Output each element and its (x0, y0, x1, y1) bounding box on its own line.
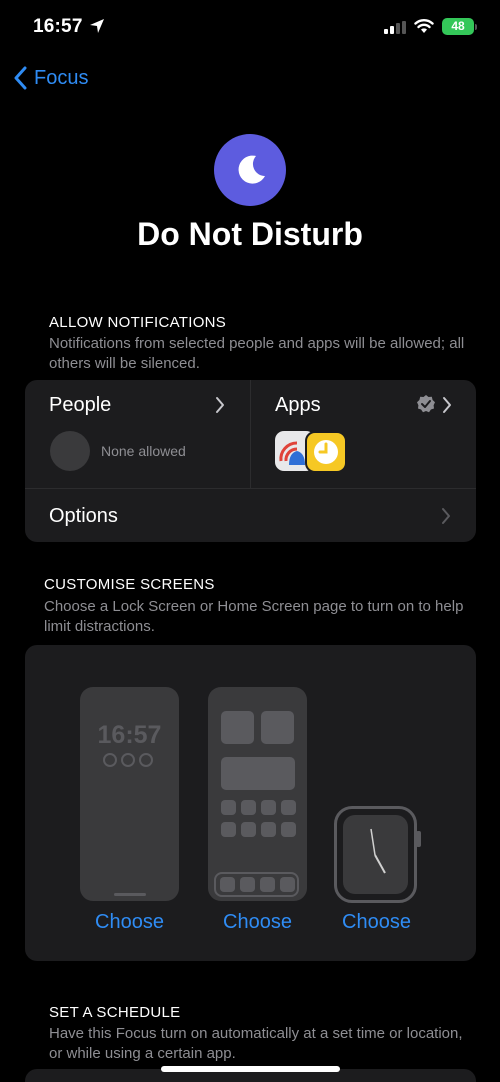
widget-small (221, 711, 254, 744)
dock-placeholder (214, 872, 299, 897)
back-label: Focus (34, 66, 89, 89)
location-arrow-icon (90, 19, 104, 33)
customise-screens-header: CUSTOMISE SCREENS (44, 576, 215, 593)
cellular-signal-icon (384, 21, 406, 34)
apps-cell[interactable]: Apps (251, 380, 476, 488)
battery-nub (475, 24, 477, 30)
lock-preview-time: 16:57 (97, 721, 162, 749)
verified-badge-icon (417, 395, 435, 413)
people-label: People (49, 394, 112, 416)
watch-face-preview[interactable] (334, 806, 417, 903)
home-indicator[interactable] (161, 1066, 340, 1072)
people-cell[interactable]: People None allowed (25, 380, 250, 488)
choose-lock-screen-button[interactable]: Choose (95, 911, 164, 934)
battery-level: 48 (451, 19, 465, 33)
watch-crown (416, 831, 421, 847)
app-placeholder (241, 800, 256, 815)
watch-face (343, 815, 408, 894)
app-placeholder (241, 822, 256, 837)
customise-screens-description: Choose a Lock Screen or Home Screen page… (44, 598, 464, 635)
back-button[interactable]: Focus (14, 66, 88, 90)
app-placeholder (281, 800, 296, 815)
app-placeholder (281, 822, 296, 837)
battery-indicator: 48 (442, 18, 474, 35)
widget-wide (221, 757, 295, 790)
chevron-right-icon (216, 397, 224, 413)
status-time: 16:57 (33, 16, 83, 37)
chevron-right-icon (442, 508, 450, 524)
choose-home-screen-button[interactable]: Choose (223, 911, 292, 934)
status-bar: 16:57 48 (0, 0, 500, 58)
schedule-header: SET A SCHEDULE (49, 1004, 181, 1021)
people-status: None allowed (101, 443, 186, 459)
allow-notifications-card: People None allowed Apps Options (25, 380, 476, 542)
choose-watch-face-button[interactable]: Choose (342, 911, 411, 934)
app-placeholder (261, 800, 276, 815)
moon-icon (214, 134, 286, 206)
options-label: Options (49, 505, 118, 527)
chevron-left-icon (14, 66, 27, 90)
allow-notifications-description: Notifications from selected people and a… (49, 335, 465, 372)
lock-screen-preview[interactable]: 16:57 (80, 687, 179, 901)
widget-small (261, 711, 294, 744)
watch-hands-icon (370, 828, 386, 874)
lock-widgets (103, 753, 153, 767)
apps-label: Apps (275, 394, 321, 416)
app-placeholder (221, 800, 236, 815)
avatar-placeholder (50, 431, 90, 471)
wifi-icon (414, 19, 434, 33)
lock-home-bar (114, 893, 146, 896)
app-placeholder (221, 822, 236, 837)
chevron-right-icon (443, 397, 451, 413)
app-placeholder (261, 822, 276, 837)
customise-screens-card: 16:57 Choose Choose Choose (25, 645, 476, 961)
home-screen-preview[interactable] (208, 687, 307, 901)
allow-notifications-header: ALLOW NOTIFICATIONS (49, 314, 227, 331)
schedule-description: Have this Focus turn on automatically at… (49, 1025, 463, 1062)
clock-app-icon (305, 431, 347, 473)
options-row[interactable]: Options (25, 489, 476, 542)
page-title: Do Not Disturb (137, 216, 363, 252)
